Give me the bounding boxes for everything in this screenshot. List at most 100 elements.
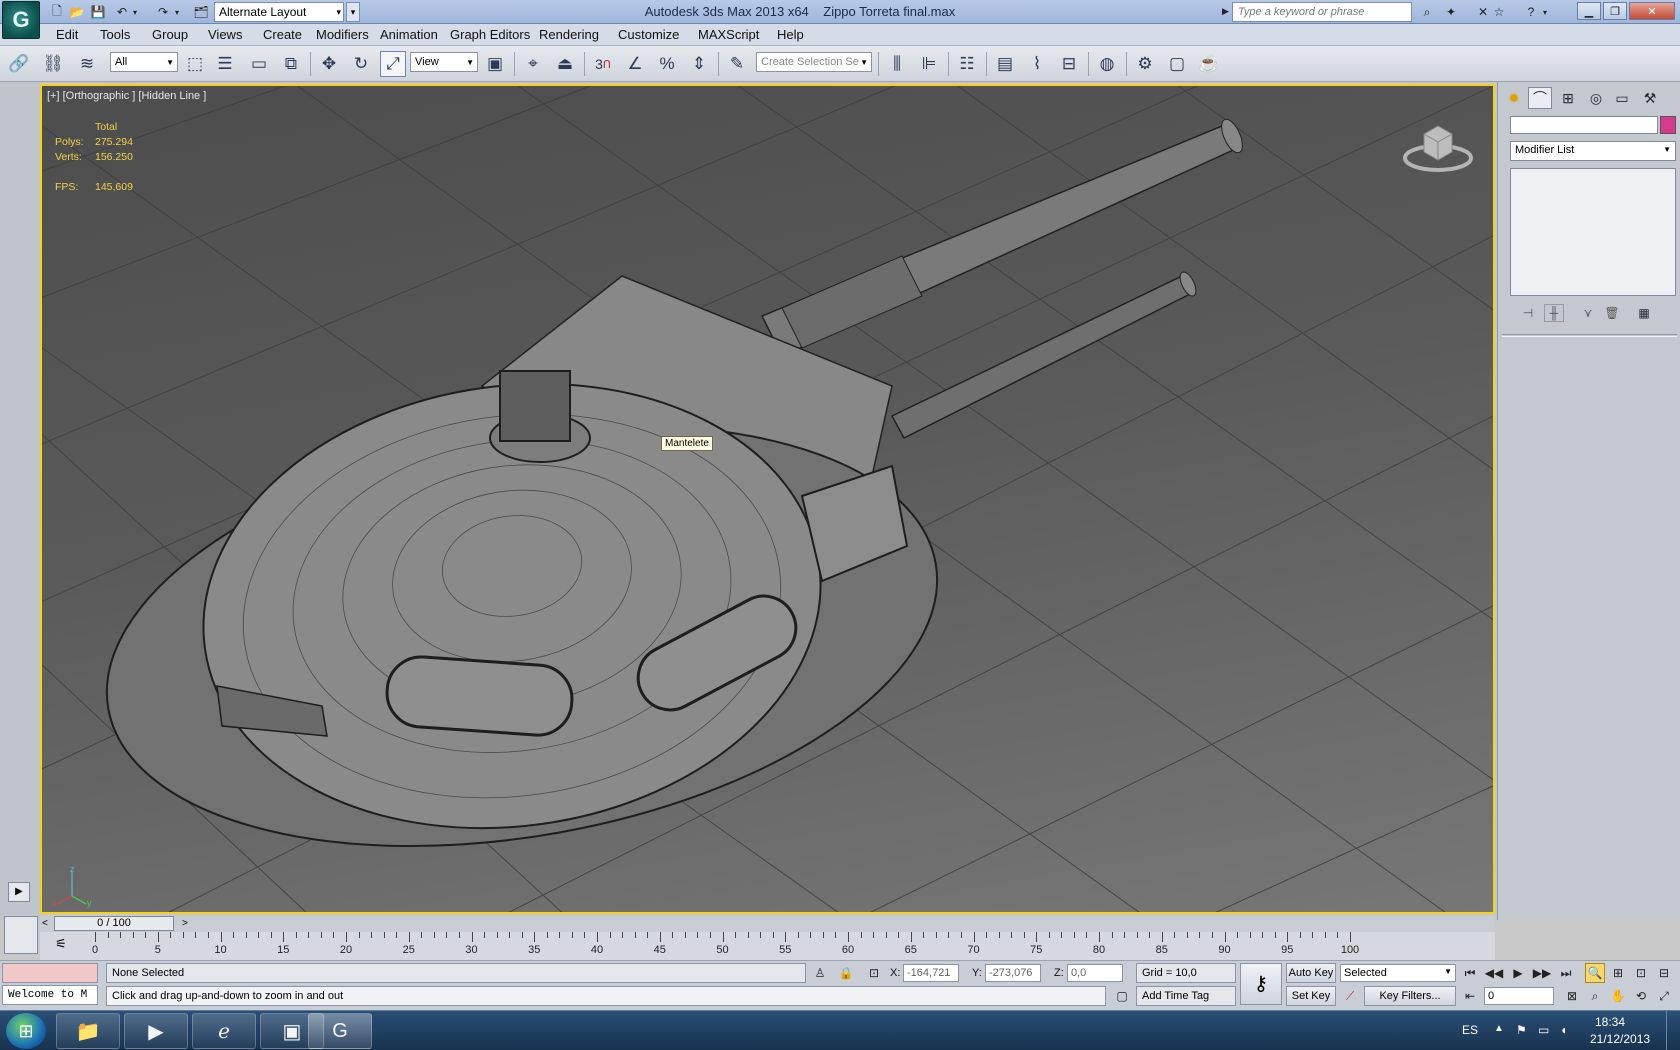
- language-indicator[interactable]: ES: [1462, 1023, 1478, 1037]
- curve-editor-icon[interactable]: ⌇: [1024, 51, 1050, 77]
- play-icon[interactable]: ▶: [8, 882, 30, 902]
- modifier-stack[interactable]: [1510, 168, 1676, 296]
- move-icon[interactable]: ✥: [316, 51, 342, 77]
- key-mode-select[interactable]: Selected ▼: [1340, 964, 1456, 982]
- maxscript-mini-listener-input[interactable]: Welcome to M: [2, 985, 98, 1005]
- internet-explorer-icon[interactable]: ℯ: [192, 1013, 256, 1049]
- next-frame-icon[interactable]: ▶▶: [1532, 963, 1552, 983]
- menu-maxscript[interactable]: MAXScript: [698, 27, 759, 42]
- layer-manager-icon[interactable]: ☷: [954, 51, 980, 77]
- zoom-extents-all-icon[interactable]: ⊟: [1654, 963, 1674, 983]
- trackbar[interactable]: ⚟ 0 5 10 15 20 25 30 35 40 45 50 55 60 65 70 75 80 85 90 95…: [40, 932, 1495, 960]
- redo-icon[interactable]: ↷: [154, 3, 172, 21]
- object-color-swatch[interactable]: [1660, 116, 1676, 134]
- 3ds-max-taskbar-icon[interactable]: G: [308, 1013, 372, 1049]
- show-hidden-icons-icon[interactable]: ▲: [1494, 1023, 1504, 1034]
- rotate-icon[interactable]: ↻: [348, 51, 374, 77]
- subscription-icon[interactable]: ✦: [1442, 3, 1460, 21]
- binoculars-icon[interactable]: ⌕: [1418, 3, 1436, 21]
- create-tab-sun-icon[interactable]: ✹: [1502, 87, 1526, 109]
- selection-filter-select[interactable]: All ▼: [110, 52, 178, 72]
- object-name-input[interactable]: [1510, 116, 1658, 134]
- menu-views[interactable]: Views: [208, 27, 242, 42]
- hierarchy-tab-icon[interactable]: ⊞: [1556, 87, 1580, 109]
- time-configuration-icon[interactable]: ⊠: [1562, 986, 1582, 1006]
- infocenter-search-input[interactable]: Type a keyword or phrase: [1232, 2, 1412, 22]
- pan-hand-icon[interactable]: ✋: [1608, 986, 1628, 1006]
- menu-tools[interactable]: Tools: [100, 27, 130, 42]
- field-of-view-icon[interactable]: ⌕: [1585, 986, 1605, 1006]
- viewcube-icon[interactable]: [1402, 116, 1474, 176]
- clock-date[interactable]: 21/12/2013: [1590, 1032, 1650, 1046]
- menu-rendering[interactable]: Rendering: [539, 27, 599, 42]
- utilities-tab-hammer-icon[interactable]: ⚒: [1638, 87, 1662, 109]
- mirror-icon[interactable]: ⫼: [884, 51, 910, 77]
- angle-snap-icon[interactable]: ∠: [622, 51, 648, 77]
- redo-dropdown-icon[interactable]: ▾: [172, 3, 182, 21]
- time-slider[interactable]: 0 / 100: [54, 916, 174, 931]
- favorites-star-icon[interactable]: ☆: [1490, 3, 1508, 21]
- maximize-viewport-icon[interactable]: ⤢: [1654, 986, 1674, 1006]
- default-tangents-icon[interactable]: ⟋: [1340, 986, 1360, 1006]
- show-desktop-button[interactable]: [1666, 1011, 1680, 1050]
- key-mode-toggle-icon[interactable]: ⇤: [1460, 986, 1480, 1006]
- render-setup-icon[interactable]: ⚙: [1132, 51, 1158, 77]
- pivot-center-icon[interactable]: ▣: [482, 51, 508, 77]
- curve-editor-mini-icon[interactable]: ⚟: [50, 936, 72, 954]
- add-time-tag-button[interactable]: Add Time Tag: [1136, 986, 1236, 1006]
- spinner-snap-icon[interactable]: ⇕: [686, 51, 712, 77]
- menu-help[interactable]: Help: [777, 27, 804, 42]
- modify-tab-icon[interactable]: ⌒: [1528, 87, 1552, 109]
- current-frame-field[interactable]: 0: [1484, 987, 1554, 1005]
- go-to-start-icon[interactable]: ⏮: [1460, 963, 1480, 983]
- schematic-view-icon[interactable]: ⊟: [1056, 51, 1082, 77]
- menu-customize[interactable]: Customize: [618, 27, 679, 42]
- select-and-link-icon[interactable]: 🔗: [6, 51, 32, 77]
- y-coord-field[interactable]: -273,076: [985, 964, 1041, 982]
- set-key-mode-key-icon[interactable]: ⚷: [1240, 963, 1282, 1005]
- restore-icon[interactable]: ❐: [1603, 2, 1627, 20]
- pin-stack-icon[interactable]: ⊣: [1518, 304, 1538, 322]
- menu-modifiers[interactable]: Modifiers: [316, 27, 369, 42]
- auto-key-button[interactable]: Auto Key: [1286, 963, 1336, 983]
- menu-create[interactable]: Create: [263, 27, 302, 42]
- perspective-viewport[interactable]: [+] [Orthographic ] [Hidden Line ] Total…: [40, 84, 1495, 914]
- selection-lock-icon[interactable]: 🔒: [836, 963, 856, 983]
- viewport-label[interactable]: [+] [Orthographic ] [Hidden Line ]: [47, 90, 206, 102]
- modifier-list-select[interactable]: Modifier List ▼: [1510, 141, 1676, 161]
- show-end-result-icon[interactable]: ╫: [1544, 304, 1564, 322]
- maxscript-mini-listener-output[interactable]: [2, 963, 98, 983]
- media-player-icon[interactable]: ▶: [124, 1013, 188, 1049]
- search-expand-icon[interactable]: ▶: [1222, 6, 1229, 17]
- time-tag-icon[interactable]: ▢: [1112, 986, 1132, 1006]
- window-crossing-icon[interactable]: ⧉: [278, 51, 304, 77]
- next-frame-icon[interactable]: >: [182, 918, 188, 929]
- clock-time[interactable]: 18:34: [1595, 1015, 1625, 1029]
- undo-dropdown-icon[interactable]: ▾: [130, 3, 140, 21]
- play-animation-icon[interactable]: ▶: [1508, 963, 1528, 983]
- edit-named-selection-icon[interactable]: ✎: [724, 51, 750, 77]
- prev-frame-icon[interactable]: <: [42, 918, 48, 929]
- zoom-extents-icon[interactable]: ⊡: [1631, 963, 1651, 983]
- render-production-icon[interactable]: ☕: [1196, 51, 1222, 77]
- help-icon[interactable]: ?: [1522, 3, 1540, 21]
- menu-group[interactable]: Group: [152, 27, 188, 42]
- menu-graph-editors[interactable]: Graph Editors: [450, 27, 530, 42]
- configure-modifier-sets-icon[interactable]: ▦: [1634, 304, 1654, 322]
- new-file-icon[interactable]: 🗋: [48, 3, 66, 21]
- remove-modifier-icon[interactable]: 🗑: [1602, 304, 1622, 322]
- action-center-flag-icon[interactable]: ⚑: [1516, 1023, 1527, 1037]
- motion-tab-icon[interactable]: ◎: [1584, 87, 1608, 109]
- explorer-folder-icon[interactable]: 📁: [56, 1013, 120, 1049]
- scale-icon[interactable]: ⤢: [380, 51, 406, 77]
- open-file-icon[interactable]: 📂: [68, 3, 86, 21]
- application-button-logo[interactable]: G: [2, 1, 40, 39]
- x-coord-field[interactable]: -164,721: [903, 964, 959, 982]
- zoom-icon[interactable]: 🔍: [1585, 963, 1605, 983]
- save-icon[interactable]: 💾: [89, 3, 107, 21]
- menu-edit[interactable]: Edit: [56, 27, 78, 42]
- make-unique-icon[interactable]: ⋎: [1578, 304, 1598, 322]
- keyboard-shortcut-override-icon[interactable]: ⏏: [552, 51, 578, 77]
- network-icon[interactable]: ▭: [1538, 1023, 1549, 1037]
- help-dropdown-icon[interactable]: ▾: [1540, 3, 1550, 21]
